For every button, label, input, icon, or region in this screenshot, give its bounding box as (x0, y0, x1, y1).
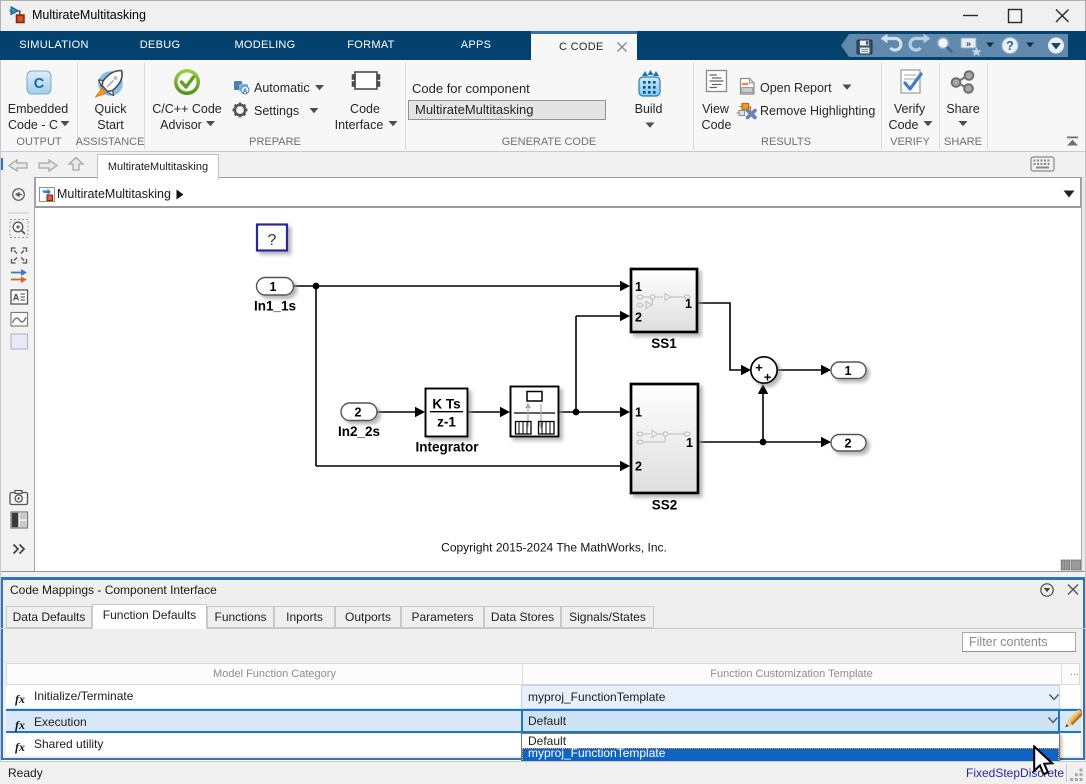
svg-text:1: 1 (685, 297, 692, 311)
svg-text:K Ts: K Ts (432, 397, 460, 412)
svg-text:2: 2 (635, 460, 642, 474)
svg-text:SS2: SS2 (652, 498, 678, 513)
svg-text:SS1: SS1 (651, 336, 677, 351)
svg-text:C: C (34, 76, 45, 92)
svg-text:+: + (755, 360, 763, 375)
svg-text:2: 2 (355, 406, 362, 420)
svg-text:Copyright 2015-2024 The MathWo: Copyright 2015-2024 The MathWorks, Inc. (441, 541, 667, 555)
svg-text:2: 2 (635, 311, 642, 325)
svg-text:1: 1 (845, 364, 852, 378)
svg-text:1: 1 (686, 436, 693, 450)
svg-text:1: 1 (270, 280, 277, 294)
svg-text:In2_2s: In2_2s (338, 424, 380, 439)
svg-text:In1_1s: In1_1s (254, 299, 296, 314)
svg-text:A: A (13, 293, 20, 303)
svg-text:?: ? (1006, 39, 1014, 53)
svg-text:»: » (966, 39, 971, 49)
svg-text:2: 2 (845, 437, 852, 451)
svg-text:?: ? (268, 232, 277, 249)
svg-text:1: 1 (635, 280, 642, 294)
svg-text:z-1: z-1 (437, 415, 456, 430)
svg-text:A: A (243, 88, 248, 95)
svg-text:Integrator: Integrator (415, 440, 479, 455)
svg-text:+: + (764, 370, 772, 385)
svg-text:1: 1 (635, 406, 642, 420)
